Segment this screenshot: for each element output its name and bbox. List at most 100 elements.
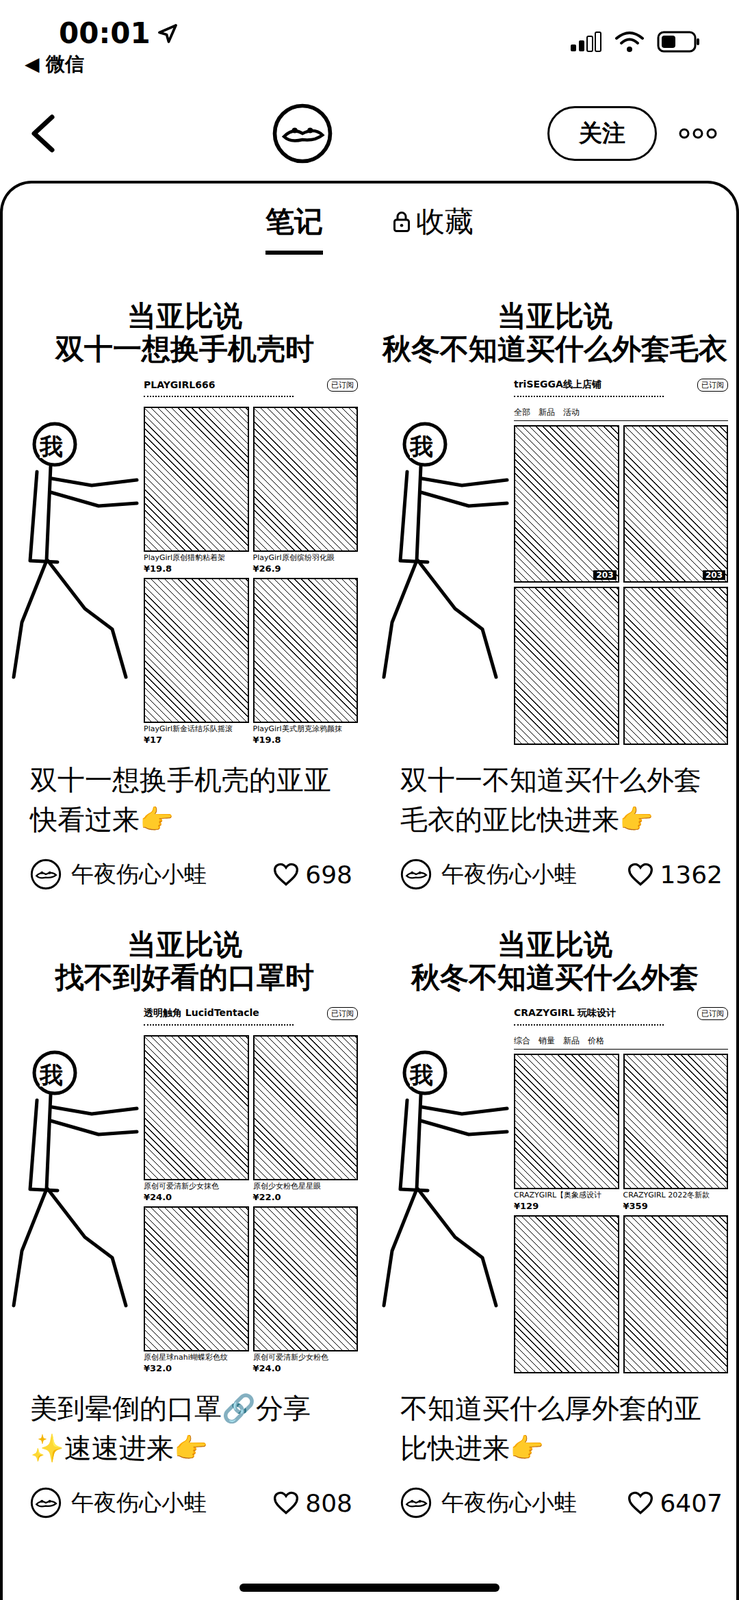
note-cover: 当亚比说找不到好看的口罩时我透明触角 LucidTentacle已订阅原创可爱清…: [2, 903, 367, 1376]
shop-badge: 已订阅: [327, 378, 358, 392]
product-image: [623, 1053, 729, 1190]
author[interactable]: 午夜伤心小蛙: [30, 1486, 207, 1518]
product-image: [143, 1034, 250, 1180]
author-avatar-icon[interactable]: [30, 858, 62, 890]
shop-screenshot: 透明触角 LucidTentacle 已订阅原创可爱清新少女抹色¥24.0原创少女…: [142, 1003, 360, 1376]
product-tile: CRAZYGIRL【奥象感设计¥129: [513, 1053, 620, 1212]
heart-icon[interactable]: [272, 1489, 300, 1515]
product-image: [623, 586, 729, 745]
product-tile: 原创可爱清新少女粉色¥24.0: [253, 1205, 359, 1373]
tab[interactable]: 收藏: [391, 202, 474, 255]
tab[interactable]: 笔记: [265, 202, 323, 255]
note-card[interactable]: 当亚比说秋冬不知道买什么外套毛衣我triSEGGA线上店铺已订阅全部新品活动20…: [372, 275, 737, 890]
like-button[interactable]: 698: [272, 860, 353, 889]
product-tile: PlayGirl美式朋克涂鸦颜抹¥19.8: [253, 577, 359, 745]
meme-figure-icon: [9, 403, 140, 691]
author-avatar-icon[interactable]: [400, 858, 432, 890]
heart-icon[interactable]: [626, 1489, 655, 1515]
product-price: ¥17: [143, 734, 250, 745]
product-image: [253, 1034, 359, 1180]
shop-tab: 活动: [563, 406, 580, 419]
product-tile: PlayGirl原创猎豹粘着架¥19.8: [143, 406, 250, 574]
product-name: PlayGirl原创猎豹粘着架: [143, 552, 250, 562]
more-icon[interactable]: [677, 126, 719, 141]
author-name: 午夜伤心小蛙: [71, 858, 207, 890]
shop-rating: [143, 1023, 294, 1031]
cover-headline: 当亚比说秋冬不知道买什么外套毛衣: [379, 280, 730, 376]
product-tile: [513, 1214, 620, 1373]
heart-icon[interactable]: [272, 861, 300, 887]
shop-name: 透明触角 LucidTentacle: [143, 1006, 260, 1019]
shop-name: PLAYGIRL666: [143, 379, 215, 391]
product-image: [253, 406, 359, 552]
note-card[interactable]: 当亚比说双十一想换手机壳时我PLAYGIRL666已订阅PlayGirl原创猎豹…: [2, 275, 367, 890]
author[interactable]: 午夜伤心小蛙: [400, 1486, 577, 1518]
time-text: 00:01: [58, 16, 151, 50]
product-tile: 原创可爱清新少女抹色¥24.0: [143, 1034, 250, 1202]
product-name: 原创少女粉色星星眼: [253, 1181, 359, 1190]
profile-avatar-icon[interactable]: [271, 102, 334, 165]
note-card[interactable]: 当亚比说找不到好看的口罩时我透明触角 LucidTentacle已订阅原创可爱清…: [2, 903, 367, 1518]
shop-tab: 价格: [587, 1034, 605, 1047]
product-price: ¥32.0: [143, 1362, 250, 1373]
note-footer: 午夜伤心小蛙 6407: [372, 1471, 737, 1518]
shop-tab: 销量: [538, 1034, 555, 1047]
signal-icon: [569, 30, 603, 53]
like-button[interactable]: 808: [272, 1488, 353, 1517]
shop-header: CRAZYGIRL 玩味设计已订阅: [513, 1006, 729, 1020]
author-avatar-icon[interactable]: [30, 1486, 62, 1518]
author-avatar-icon[interactable]: [400, 1486, 432, 1518]
heart-icon[interactable]: [626, 861, 655, 887]
content-sheet: 笔记收藏当亚比说双十一想换手机壳时我PLAYGIRL666已订阅PlayGirl…: [0, 180, 739, 1600]
cover-body: 我透明触角 LucidTentacle 已订阅原创可爱清新少女抹色¥24.0原创少…: [9, 1003, 360, 1376]
product-price: ¥22.0: [253, 1191, 359, 1202]
status-icons: [569, 16, 701, 54]
tab-label: 笔记: [265, 202, 323, 241]
product-price: ¥359: [623, 1200, 729, 1211]
shop-header: 透明触角 LucidTentacle 已订阅: [143, 1006, 358, 1020]
note-card[interactable]: 当亚比说秋冬不知道买什么外套我CRAZYGIRL 玩味设计已订阅综合销量新品价格…: [372, 903, 737, 1518]
like-button[interactable]: 1362: [626, 860, 723, 889]
note-title: 双十一不知道买什么外套毛衣的亚比快进来👉: [372, 747, 737, 844]
product-name: 原创星球nahi蝴蝶彩色纹: [143, 1352, 250, 1361]
shop-name: triSEGGA线上店铺: [513, 378, 602, 391]
product-image: [623, 1214, 729, 1373]
like-button[interactable]: 6407: [626, 1488, 723, 1517]
shop-tabs: 综合销量新品价格: [513, 1034, 729, 1049]
like-count: 1362: [659, 860, 723, 889]
meme-figure-icon: [9, 1031, 140, 1319]
meme-figure: 我: [9, 1003, 140, 1376]
figure-label: 我: [409, 1062, 434, 1086]
product-price: ¥24.0: [253, 1362, 359, 1373]
figure-label: 我: [39, 434, 63, 458]
product-tile: 原创星球nahi蝴蝶彩色纹¥32.0: [143, 1205, 250, 1373]
wifi-icon: [614, 30, 645, 54]
shop-rating: [513, 1023, 664, 1031]
back-to-app[interactable]: ◀ 微信: [24, 51, 178, 78]
note-footer: 午夜伤心小蛙 1362: [372, 843, 737, 890]
product-price: ¥19.8: [253, 734, 359, 745]
product-price: ¥19.8: [143, 563, 250, 574]
meme-figure: 我: [379, 1003, 510, 1376]
author[interactable]: 午夜伤心小蛙: [400, 858, 577, 890]
headline-line: 当亚比说: [9, 927, 360, 961]
cover-body: 我triSEGGA线上店铺已订阅全部新品活动203203: [379, 375, 730, 748]
product-price: ¥26.9: [253, 563, 359, 574]
product-image: [253, 577, 359, 723]
follow-button[interactable]: 关注: [547, 106, 657, 161]
note-title: 不知道买什么厚外套的亚比快进来👉: [372, 1375, 737, 1472]
shop-badge: 已订阅: [697, 378, 729, 392]
product-grid: CRAZYGIRL【奥象感设计¥129CRAZYGIRL 2022冬新款¥359: [513, 1053, 729, 1373]
cover-body: 我PLAYGIRL666已订阅PlayGirl原创猎豹粘着架¥19.8PlayG…: [9, 375, 360, 748]
product-tile: PlayGirl原创缤纷羽化眼¥26.9: [253, 406, 359, 574]
shop-screenshot: triSEGGA线上店铺已订阅全部新品活动203203: [512, 375, 730, 748]
headline-line: 秋冬不知道买什么外套毛衣: [379, 332, 730, 366]
product-image: [253, 1205, 359, 1351]
product-image: [513, 586, 620, 745]
product-name: PlayGirl原创缤纷羽化眼: [253, 552, 359, 562]
back-chevron-icon[interactable]: [27, 112, 58, 154]
product-tag: 203: [702, 569, 726, 580]
shop-badge: 已订阅: [327, 1006, 358, 1020]
author[interactable]: 午夜伤心小蛙: [30, 858, 207, 890]
lock-icon: [391, 210, 412, 234]
